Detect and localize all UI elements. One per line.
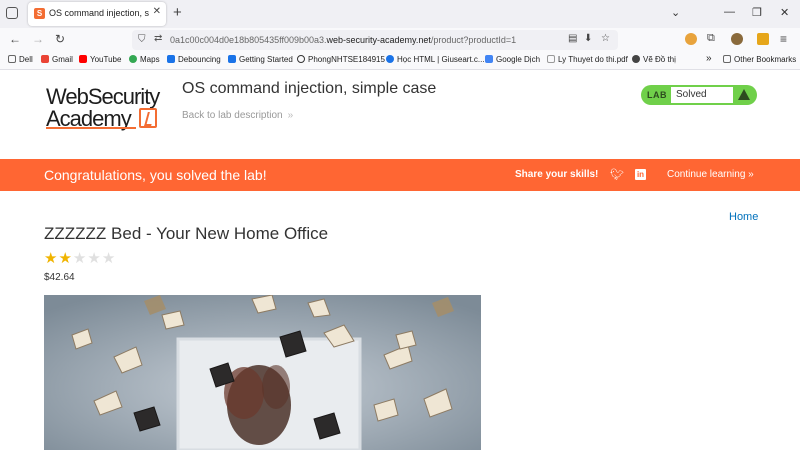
save-page-icon[interactable]: ⬇ bbox=[584, 33, 592, 44]
bookmark-item[interactable]: Maps bbox=[129, 55, 160, 64]
minimize-icon[interactable]: — bbox=[724, 6, 735, 18]
star-icon: ★ bbox=[87, 250, 102, 267]
lab-status-widget: LAB Solved bbox=[641, 85, 757, 105]
lab-status-text: Solved bbox=[671, 87, 733, 103]
extensions-puzzle-icon[interactable]: ⧉ bbox=[707, 32, 715, 45]
logo-underline bbox=[46, 127, 136, 129]
page-header: WebSecurity Academy OS command injection… bbox=[0, 71, 800, 159]
translate-icon bbox=[485, 55, 493, 63]
extension-icon[interactable] bbox=[757, 33, 769, 45]
bookmark-item[interactable]: Ly Thuyet do thi.pdf bbox=[547, 55, 628, 64]
banner-message: Congratulations, you solved the lab! bbox=[44, 167, 267, 183]
lab-title: OS command injection, simple case bbox=[182, 80, 437, 97]
product-image bbox=[44, 295, 481, 450]
folder-icon bbox=[8, 55, 16, 63]
lab-label: LAB bbox=[647, 90, 667, 100]
bookmark-item[interactable]: PhongNHTSE184915 bbox=[297, 55, 385, 64]
tab-overflow-icon[interactable]: ⌄ bbox=[671, 6, 680, 19]
graph-icon bbox=[632, 55, 640, 63]
pdf-icon bbox=[547, 55, 555, 63]
url-text[interactable]: 0a1c00c004d0e18b805435ff009b00a3.web-sec… bbox=[170, 35, 516, 45]
extension-icon[interactable] bbox=[685, 33, 697, 45]
chevron-right-icon: » bbox=[748, 169, 754, 180]
forward-icon[interactable]: → bbox=[32, 32, 44, 46]
bookmark-star-icon[interactable]: ☆ bbox=[601, 33, 610, 44]
back-to-lab-link[interactable]: Back to lab description» bbox=[182, 110, 293, 121]
tab-list-icon[interactable] bbox=[6, 7, 18, 19]
back-icon[interactable]: ← bbox=[9, 32, 21, 46]
tab-title: OS command injection, simple c bbox=[49, 8, 149, 18]
favicon-icon: S bbox=[34, 8, 45, 19]
bookmarks-overflow-icon[interactable]: » bbox=[706, 53, 712, 64]
shield-icon[interactable]: ⛉ bbox=[138, 34, 146, 45]
bookmarks-bar: Dell Gmail YouTube Maps Debouncing Getti… bbox=[0, 52, 800, 70]
bookmark-item[interactable]: Dell bbox=[8, 55, 33, 64]
maps-icon bbox=[129, 55, 137, 63]
continue-learning-link[interactable]: Continue learning » bbox=[667, 169, 754, 180]
chevron-right-icon: » bbox=[287, 110, 294, 121]
maximize-icon[interactable]: ❐ bbox=[752, 6, 762, 19]
star-icon: ★ bbox=[72, 250, 88, 267]
lab-flask-icon bbox=[738, 89, 750, 100]
product-title: ZZZZZZ Bed - Your New Home Office bbox=[44, 224, 329, 243]
star-icon: ★ bbox=[44, 250, 59, 267]
bookmark-icon bbox=[228, 55, 236, 63]
permissions-icon[interactable]: ⇄ bbox=[154, 33, 162, 44]
bookmark-item[interactable]: Gmail bbox=[41, 55, 73, 64]
linkedin-icon[interactable]: in bbox=[635, 169, 646, 180]
bookmark-item[interactable]: Other Bookmarks bbox=[723, 55, 796, 64]
reload-icon[interactable]: ↻ bbox=[55, 32, 65, 46]
tab-close-icon[interactable]: ✕ bbox=[153, 6, 161, 17]
menu-icon[interactable]: ≡ bbox=[780, 32, 787, 46]
browser-nav-bar: ← → ↻ ⛉ ⇄ 0a1c00c004d0e18b805435ff009b00… bbox=[0, 28, 800, 52]
reader-mode-icon[interactable]: ▤ bbox=[568, 33, 577, 44]
close-window-icon[interactable]: ✕ bbox=[780, 6, 789, 19]
star-icon: ★ bbox=[58, 250, 73, 267]
browser-tab[interactable]: S OS command injection, simple c ✕ bbox=[28, 2, 166, 26]
browser-tab-bar: S OS command injection, simple c ✕ + ⌄ —… bbox=[0, 0, 800, 28]
new-tab-icon[interactable]: + bbox=[173, 4, 182, 21]
bookmark-item[interactable]: Vẽ Đồ thị bbox=[632, 55, 676, 64]
home-link[interactable]: Home bbox=[729, 211, 758, 223]
gmail-icon bbox=[41, 55, 49, 63]
star-icon: ★ bbox=[101, 250, 117, 267]
star-rating: ★★★★★ bbox=[44, 249, 116, 267]
logo-icon[interactable] bbox=[139, 108, 157, 128]
flying-books-illustration bbox=[44, 295, 481, 450]
bookmark-item[interactable]: Học HTML | Giuseart.c... bbox=[386, 55, 485, 64]
bookmark-item[interactable]: Google Dịch bbox=[485, 55, 540, 64]
twitter-icon[interactable]: 🐦︎ bbox=[610, 168, 624, 181]
address-bar[interactable]: ⛉ ⇄ 0a1c00c004d0e18b805435ff009b00a3.web… bbox=[132, 30, 618, 50]
bookmark-item[interactable]: Debouncing bbox=[167, 55, 221, 64]
share-label: Share your skills! bbox=[515, 169, 599, 180]
globe-icon bbox=[297, 55, 305, 63]
extension-icon[interactable] bbox=[731, 33, 743, 45]
solved-banner: Congratulations, you solved the lab! Sha… bbox=[0, 159, 800, 191]
bookmark-icon bbox=[386, 55, 394, 63]
product-price: $42.64 bbox=[44, 272, 75, 283]
bookmark-item[interactable]: Getting Started bbox=[228, 55, 293, 64]
bookmark-item[interactable]: YouTube bbox=[79, 55, 121, 64]
folder-icon bbox=[723, 55, 731, 63]
youtube-icon bbox=[79, 55, 87, 63]
bookmark-icon bbox=[167, 55, 175, 63]
